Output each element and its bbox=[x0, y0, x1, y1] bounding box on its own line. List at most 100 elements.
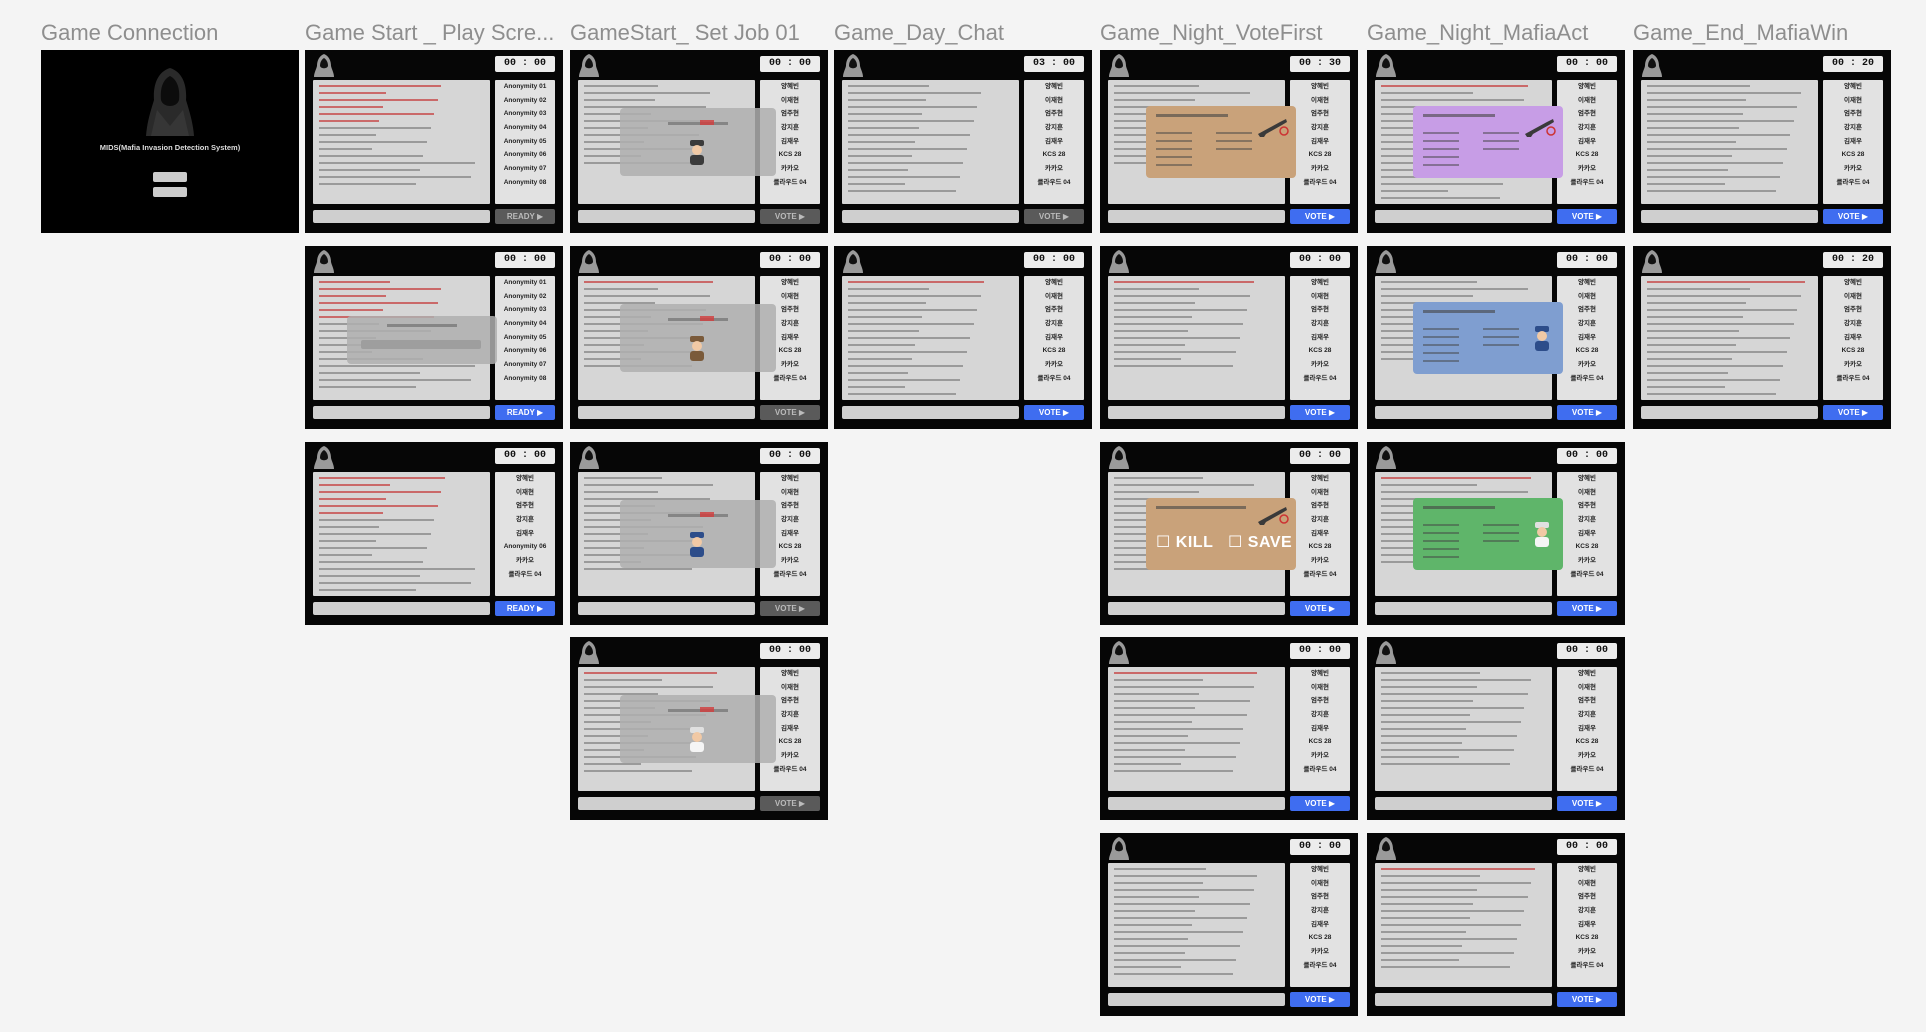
player-list-item[interactable]: 엄주현 bbox=[1024, 303, 1084, 317]
vote-option[interactable] bbox=[1483, 148, 1519, 150]
player-list-item[interactable]: 강지훈 bbox=[1290, 121, 1350, 135]
player-list-item[interactable]: Anonymity 07 bbox=[495, 358, 555, 372]
player-list-item[interactable]: 양혜빈 bbox=[760, 472, 820, 486]
player-list-item[interactable]: 클라우드 04 bbox=[1024, 372, 1084, 386]
player-list-item[interactable]: Anonymity 03 bbox=[495, 107, 555, 121]
save-option[interactable]: ☐ SAVE bbox=[1228, 532, 1292, 552]
player-list-item[interactable]: 양혜빈 bbox=[495, 472, 555, 486]
vote-option-group[interactable] bbox=[1156, 126, 1192, 166]
player-list-item[interactable]: 이재현 bbox=[1557, 94, 1617, 108]
player-list-item[interactable]: Anonymity 01 bbox=[495, 276, 555, 290]
player-list-item[interactable]: KCS 28 bbox=[1290, 540, 1350, 554]
player-list-item[interactable]: 클라우드 04 bbox=[760, 372, 820, 386]
player-list-item[interactable]: 양혜빈 bbox=[1290, 276, 1350, 290]
secondary-button[interactable] bbox=[153, 187, 187, 197]
player-list-item[interactable]: 클라우드 04 bbox=[495, 568, 555, 582]
player-list-item[interactable]: KCS 28 bbox=[1823, 148, 1883, 162]
vote-option[interactable] bbox=[1423, 548, 1459, 550]
vote-button[interactable]: VOTE ▶ bbox=[1557, 405, 1617, 420]
player-list-item[interactable]: KCS 28 bbox=[1024, 344, 1084, 358]
player-list-item[interactable]: 엄주현 bbox=[1290, 694, 1350, 708]
player-list-item[interactable]: KCS 28 bbox=[1290, 735, 1350, 749]
vote-button[interactable]: VOTE ▶ bbox=[760, 796, 820, 811]
player-list-item[interactable]: Anonymity 02 bbox=[495, 94, 555, 108]
player-list-item[interactable]: Anonymity 08 bbox=[495, 176, 555, 190]
vote-option[interactable] bbox=[1423, 532, 1459, 534]
vote-button[interactable]: VOTE ▶ bbox=[1024, 405, 1084, 420]
player-list-item[interactable]: 카카오 bbox=[1557, 554, 1617, 568]
ready-button[interactable]: READY ▶ bbox=[495, 405, 555, 420]
player-list-item[interactable]: Anonymity 01 bbox=[495, 80, 555, 94]
vote-option[interactable] bbox=[1423, 328, 1459, 330]
chat-input[interactable] bbox=[1108, 406, 1285, 419]
player-list-item[interactable]: 이재현 bbox=[1823, 290, 1883, 304]
player-list-item[interactable]: 양혜빈 bbox=[1024, 276, 1084, 290]
player-list-item[interactable]: 김재우 bbox=[1557, 331, 1617, 345]
player-list-item[interactable]: 강지훈 bbox=[1290, 317, 1350, 331]
vote-option-group[interactable] bbox=[1483, 322, 1519, 352]
vote-option[interactable] bbox=[1423, 140, 1459, 142]
player-list-item[interactable]: 카카오 bbox=[1290, 945, 1350, 959]
chat-input[interactable] bbox=[313, 406, 490, 419]
player-list-item[interactable]: 이재현 bbox=[1557, 486, 1617, 500]
chat-input[interactable] bbox=[578, 602, 755, 615]
player-list-item[interactable]: 강지훈 bbox=[495, 513, 555, 527]
player-list-item[interactable]: 김재우 bbox=[1024, 331, 1084, 345]
player-list-item[interactable]: 양혜빈 bbox=[1557, 276, 1617, 290]
vote-option[interactable] bbox=[1156, 156, 1192, 158]
chat-input[interactable] bbox=[842, 406, 1019, 419]
player-list-item[interactable]: 카카오 bbox=[1823, 358, 1883, 372]
ready-button[interactable]: READY ▶ bbox=[495, 209, 555, 224]
player-list-item[interactable]: 강지훈 bbox=[1557, 317, 1617, 331]
player-list-item[interactable]: 강지훈 bbox=[1557, 513, 1617, 527]
vote-option[interactable] bbox=[1423, 524, 1459, 526]
chat-input[interactable] bbox=[1375, 210, 1552, 223]
player-list-item[interactable]: 클라우드 04 bbox=[1557, 568, 1617, 582]
vote-option[interactable] bbox=[1423, 556, 1459, 558]
chat-input[interactable] bbox=[578, 210, 755, 223]
vote-option[interactable] bbox=[1216, 132, 1252, 134]
player-list-item[interactable]: 양혜빈 bbox=[1557, 472, 1617, 486]
player-list-item[interactable]: 카카오 bbox=[1290, 554, 1350, 568]
player-list-item[interactable]: 김재우 bbox=[1290, 135, 1350, 149]
chat-input[interactable] bbox=[1375, 602, 1552, 615]
player-list-item[interactable]: Anonymity 04 bbox=[495, 317, 555, 331]
player-list-item[interactable]: Anonymity 06 bbox=[495, 148, 555, 162]
vote-option[interactable] bbox=[1156, 164, 1192, 166]
player-list-item[interactable]: 이재현 bbox=[495, 486, 555, 500]
player-list-item[interactable]: 김재우 bbox=[1290, 918, 1350, 932]
player-list-item[interactable]: 이재현 bbox=[1557, 290, 1617, 304]
vote-button[interactable]: VOTE ▶ bbox=[1557, 992, 1617, 1007]
vote-option[interactable] bbox=[1156, 140, 1192, 142]
player-list-item[interactable]: 양혜빈 bbox=[1557, 80, 1617, 94]
player-list-item[interactable]: 양혜빈 bbox=[1823, 276, 1883, 290]
chat-input[interactable] bbox=[1375, 797, 1552, 810]
player-list-item[interactable]: 엄주현 bbox=[1823, 303, 1883, 317]
vote-option[interactable] bbox=[1483, 532, 1519, 534]
vote-option-group[interactable] bbox=[1423, 518, 1459, 558]
vote-button[interactable]: VOTE ▶ bbox=[760, 209, 820, 224]
vote-button[interactable]: VOTE ▶ bbox=[760, 405, 820, 420]
vote-option[interactable] bbox=[1423, 148, 1459, 150]
vote-option[interactable] bbox=[1423, 164, 1459, 166]
chat-input[interactable] bbox=[1375, 993, 1552, 1006]
player-list-item[interactable]: 엄주현 bbox=[1290, 890, 1350, 904]
player-list-item[interactable]: KCS 28 bbox=[1024, 148, 1084, 162]
player-list-item[interactable]: 엄주현 bbox=[1024, 107, 1084, 121]
vote-option[interactable] bbox=[1423, 132, 1459, 134]
chat-input[interactable] bbox=[313, 210, 490, 223]
player-list-item[interactable]: 카카오 bbox=[1290, 162, 1350, 176]
player-list-item[interactable]: 양혜빈 bbox=[1557, 667, 1617, 681]
player-list-item[interactable]: 강지훈 bbox=[1290, 708, 1350, 722]
player-list-item[interactable]: 김재우 bbox=[1823, 135, 1883, 149]
player-list-item[interactable]: 이재현 bbox=[1024, 290, 1084, 304]
chat-input[interactable] bbox=[1375, 406, 1552, 419]
vote-button[interactable]: VOTE ▶ bbox=[1290, 209, 1350, 224]
player-list-item[interactable]: KCS 28 bbox=[1557, 540, 1617, 554]
vote-button[interactable]: VOTE ▶ bbox=[1290, 796, 1350, 811]
vote-option[interactable] bbox=[1423, 360, 1459, 362]
chat-input[interactable] bbox=[578, 797, 755, 810]
vote-option-group[interactable] bbox=[1483, 126, 1519, 156]
player-list-item[interactable]: KCS 28 bbox=[1290, 148, 1350, 162]
chat-input[interactable] bbox=[578, 406, 755, 419]
